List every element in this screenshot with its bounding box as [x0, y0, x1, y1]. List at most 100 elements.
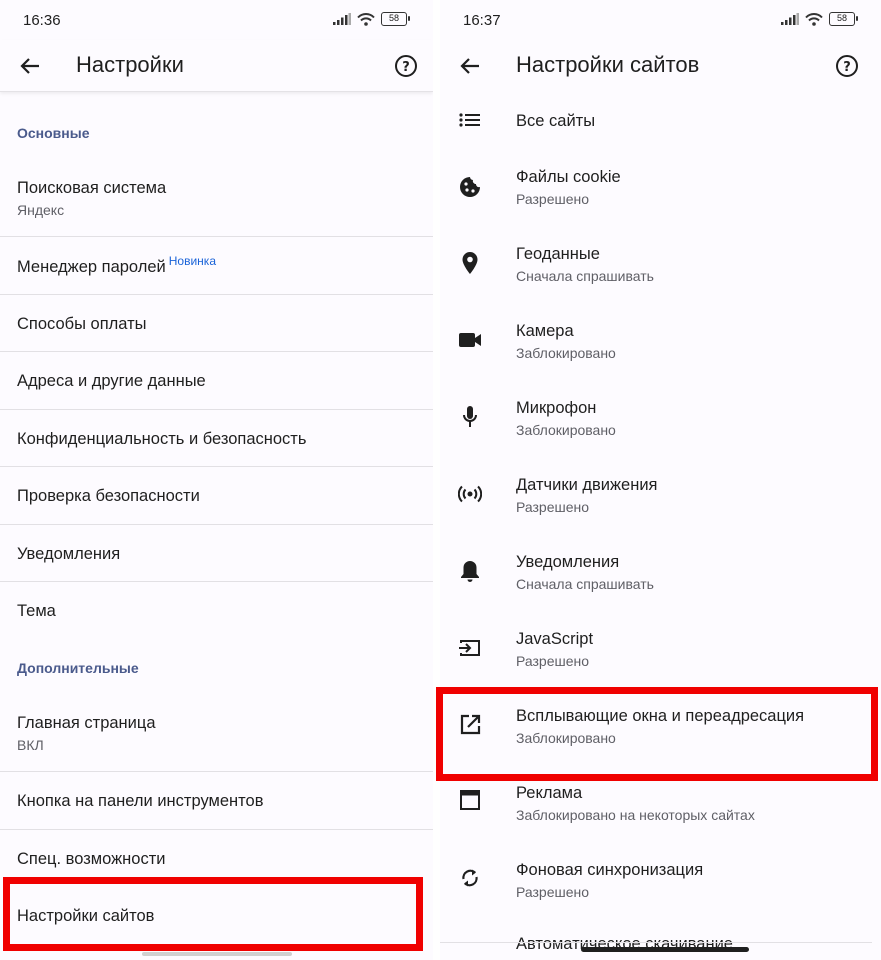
item-title: Менеджер паролей Новинка — [17, 254, 216, 277]
status-bar: 16:37 58 — [440, 0, 881, 40]
item-title: Кнопка на панели инструментов — [17, 792, 264, 810]
item-subtitle: Яндекс — [17, 202, 65, 218]
item-subtitle: Сначала спрашивать — [516, 268, 654, 284]
wifi-icon — [805, 12, 823, 26]
item-title: Спец. возможности — [17, 850, 166, 868]
item-title-text: Менеджер паролей — [17, 258, 166, 276]
item-subtitle: Заблокировано — [516, 345, 616, 361]
item-title: Геоданные — [516, 245, 600, 263]
right-screen: 16:37 58 Настройки сайтов ? Все сайты Фа… — [440, 0, 881, 960]
site-settings-all-sites[interactable]: Все сайты — [440, 96, 881, 146]
section-header-basic: Основные — [17, 125, 90, 141]
arrow-back-icon — [20, 58, 39, 74]
item-subtitle: Разрешено — [516, 653, 590, 669]
status-time: 16:37 — [463, 12, 501, 29]
item-subtitle: Разрешено — [516, 884, 590, 900]
item-subtitle: Заблокировано — [516, 422, 616, 438]
item-title: Файлы cookie — [516, 168, 621, 186]
site-settings-location[interactable]: Геоданные Сначала спрашивать — [440, 234, 881, 311]
item-title: Уведомления — [516, 553, 620, 571]
camera-icon — [458, 328, 482, 352]
status-time: 16:36 — [23, 12, 61, 29]
item-title: Тема — [17, 602, 56, 620]
sync-icon — [458, 866, 482, 890]
app-bar: Настройки сайтов ? — [440, 40, 881, 92]
svg-text:?: ? — [402, 60, 410, 75]
help-icon: ? — [395, 55, 417, 77]
list-icon — [458, 108, 482, 132]
left-screen: 16:36 58 Настройки ? Основные Поисковая … — [0, 0, 433, 960]
back-button[interactable] — [454, 50, 486, 82]
item-title: Способы оплаты — [17, 315, 147, 333]
divider-gap — [433, 0, 440, 960]
settings-item-homepage[interactable]: Главная страница ВКЛ — [0, 695, 433, 772]
site-settings-auto-download[interactable]: Автоматическое скачивание — [516, 935, 733, 954]
settings-item-toolbar-button[interactable]: Кнопка на панели инструментов — [0, 772, 433, 830]
item-subtitle: Заблокировано на некоторых сайтах — [516, 807, 755, 823]
item-title: Реклама — [516, 784, 583, 802]
item-title: Проверка безопасности — [17, 487, 200, 505]
page-title: Настройки — [76, 52, 184, 77]
cookie-icon — [458, 175, 482, 199]
item-title: Камера — [516, 322, 574, 340]
settings-item-theme[interactable]: Тема — [0, 582, 433, 640]
item-title: Уведомления — [17, 545, 121, 563]
site-settings-microphone[interactable]: Микрофон Заблокировано — [440, 388, 881, 465]
settings-item-privacy[interactable]: Конфиденциальность и безопасность — [0, 410, 433, 467]
page-title: Настройки сайтов — [516, 52, 700, 77]
item-title: JavaScript — [516, 630, 594, 648]
site-settings-javascript[interactable]: JavaScript Разрешено — [440, 619, 881, 696]
item-title: Главная страница — [17, 714, 156, 732]
site-settings-motion-sensors[interactable]: Датчики движения Разрешено — [440, 465, 881, 542]
nav-handle — [142, 952, 292, 956]
section-header-advanced: Дополнительные — [17, 660, 139, 676]
settings-item-notifications[interactable]: Уведомления — [0, 525, 433, 582]
item-title: Адреса и другие данные — [17, 372, 206, 390]
app-bar: Настройки ? — [0, 40, 433, 92]
settings-item-safety-check[interactable]: Проверка безопасности — [0, 467, 433, 525]
site-settings-ads[interactable]: Реклама Заблокировано на некоторых сайта… — [440, 773, 881, 850]
settings-item-password-manager[interactable]: Менеджер паролей Новинка — [0, 237, 433, 295]
help-button[interactable]: ? — [831, 50, 863, 82]
javascript-icon — [458, 636, 482, 660]
site-settings-camera[interactable]: Камера Заблокировано — [440, 311, 881, 388]
highlight-popups — [436, 687, 878, 781]
arrow-back-icon — [460, 58, 479, 74]
settings-item-payment-methods[interactable]: Способы оплаты — [0, 295, 433, 352]
location-pin-icon — [458, 251, 482, 275]
divider — [440, 942, 872, 943]
settings-item-search-engine[interactable]: Поисковая система Яндекс — [0, 160, 433, 237]
bell-icon — [458, 559, 482, 583]
status-icons: 58 — [333, 12, 410, 26]
microphone-icon — [458, 405, 482, 429]
signal-icon — [333, 13, 351, 25]
highlight-site-settings — [3, 877, 423, 951]
item-title: Микрофон — [516, 399, 597, 417]
help-button[interactable]: ? — [390, 50, 422, 82]
status-icons: 58 — [781, 12, 858, 26]
item-subtitle: Разрешено — [516, 191, 590, 207]
wifi-icon — [357, 12, 375, 26]
battery-icon: 58 — [381, 12, 410, 26]
item-title: Датчики движения — [516, 476, 658, 494]
svg-text:?: ? — [843, 60, 851, 75]
back-button[interactable] — [14, 50, 46, 82]
item-subtitle: Сначала спрашивать — [516, 576, 654, 592]
new-badge: Новинка — [168, 254, 216, 268]
item-subtitle: ВКЛ — [17, 737, 44, 753]
item-title: Все сайты — [516, 112, 596, 130]
signal-icon — [781, 13, 799, 25]
battery-icon: 58 — [829, 12, 858, 26]
settings-item-addresses[interactable]: Адреса и другие данные — [0, 352, 433, 410]
site-settings-background-sync[interactable]: Фоновая синхронизация Разрешено — [440, 850, 881, 927]
site-settings-cookies[interactable]: Файлы cookie Разрешено — [440, 157, 881, 234]
item-title: Конфиденциальность и безопасность — [17, 430, 307, 448]
item-title: Фоновая синхронизация — [516, 861, 704, 879]
motion-sensor-icon — [458, 482, 482, 506]
item-subtitle: Разрешено — [516, 499, 590, 515]
site-settings-notifications[interactable]: Уведомления Сначала спрашивать — [440, 542, 881, 619]
item-title: Поисковая система — [17, 179, 167, 197]
help-icon: ? — [836, 55, 858, 77]
ads-window-icon — [458, 788, 482, 812]
status-bar: 16:36 58 — [0, 0, 433, 40]
